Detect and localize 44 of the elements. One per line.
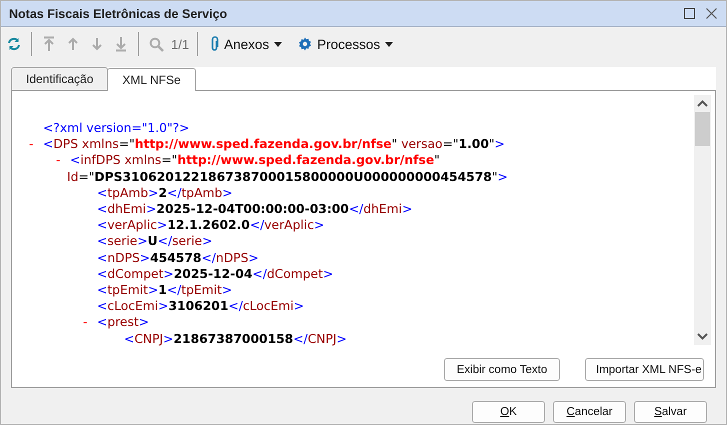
scrollbar[interactable] <box>694 95 711 345</box>
page-counter: 1/1 <box>171 36 190 52</box>
scroll-thumb[interactable] <box>695 112 710 146</box>
xml-line: <infDPS xmlns="http://www.sped.fazenda.gov.br/nfse" <box>70 152 440 169</box>
dialog-button[interactable]: OK <box>472 401 545 423</box>
xml-line: <DPS xmlns="http://www.sped.fazenda.gov.br/nfse" versao="1.00"> <box>43 136 505 152</box>
arrow-to-top-icon <box>43 36 55 52</box>
search-icon <box>148 36 164 52</box>
xml-line: Id="DPS310620122186738700015800000U000000000454578"> <box>67 168 508 185</box>
refresh-icon <box>7 37 21 51</box>
collapse-toggle[interactable]: - <box>29 136 43 152</box>
gear-icon <box>298 37 312 51</box>
attachments-menu[interactable]: Anexos <box>206 36 288 52</box>
collapse-toggle[interactable]: - <box>56 152 70 169</box>
arrow-up-icon <box>67 37 79 51</box>
settings-menu[interactable]: Processos <box>294 36 400 52</box>
xml-line: <dCompet>2025-12-04</dCompet> <box>97 266 334 282</box>
maximize-icon <box>684 8 694 19</box>
xml-line: <CNPJ>21867387000158</CNPJ> <box>124 330 347 347</box>
xml-line: <tpAmb>2</tpAmb> <box>97 184 233 202</box>
tab[interactable]: Identificação <box>11 67 108 90</box>
close-icon <box>706 8 716 19</box>
xml-line: <cLocEmi>3106201</cLocEmi> <box>97 298 304 314</box>
caret-icon <box>385 42 394 46</box>
collapse-toggle[interactable]: - <box>83 314 97 331</box>
arrow-down-icon <box>91 37 103 51</box>
xml-line: <tpEmit>1</tpEmit> <box>97 282 232 298</box>
dialog-button[interactable]: Salvar <box>634 401 707 423</box>
scroll-down-icon <box>697 333 708 340</box>
xml-line: <dhEmi>2025-12-04T00:00:00-03:00</dhEmi> <box>97 201 412 218</box>
xml-line: <prest> <box>97 314 150 331</box>
xml-line: <verAplic>12.1.2602.0</verAplic> <box>97 217 324 234</box>
arrow-to-bottom-icon <box>115 36 127 52</box>
dialog-button[interactable]: Cancelar <box>553 401 626 423</box>
xml-line: <serie>U</serie> <box>97 233 212 250</box>
caret-icon <box>274 42 282 46</box>
paperclip-icon <box>210 36 220 52</box>
panel-button[interactable]: Exibir como Texto <box>444 358 560 381</box>
xml-line: <nDPS>454578</nDPS> <box>97 250 259 266</box>
tab[interactable]: XML NFSe <box>107 68 196 91</box>
panel-button[interactable]: Importar XML NFS-e <box>585 358 704 381</box>
scroll-up-icon <box>697 100 708 107</box>
window-title: Notas Fiscais Eletrônicas de Serviço <box>9 6 228 20</box>
xml-line: <?xml version="1.0"?> <box>43 120 190 136</box>
